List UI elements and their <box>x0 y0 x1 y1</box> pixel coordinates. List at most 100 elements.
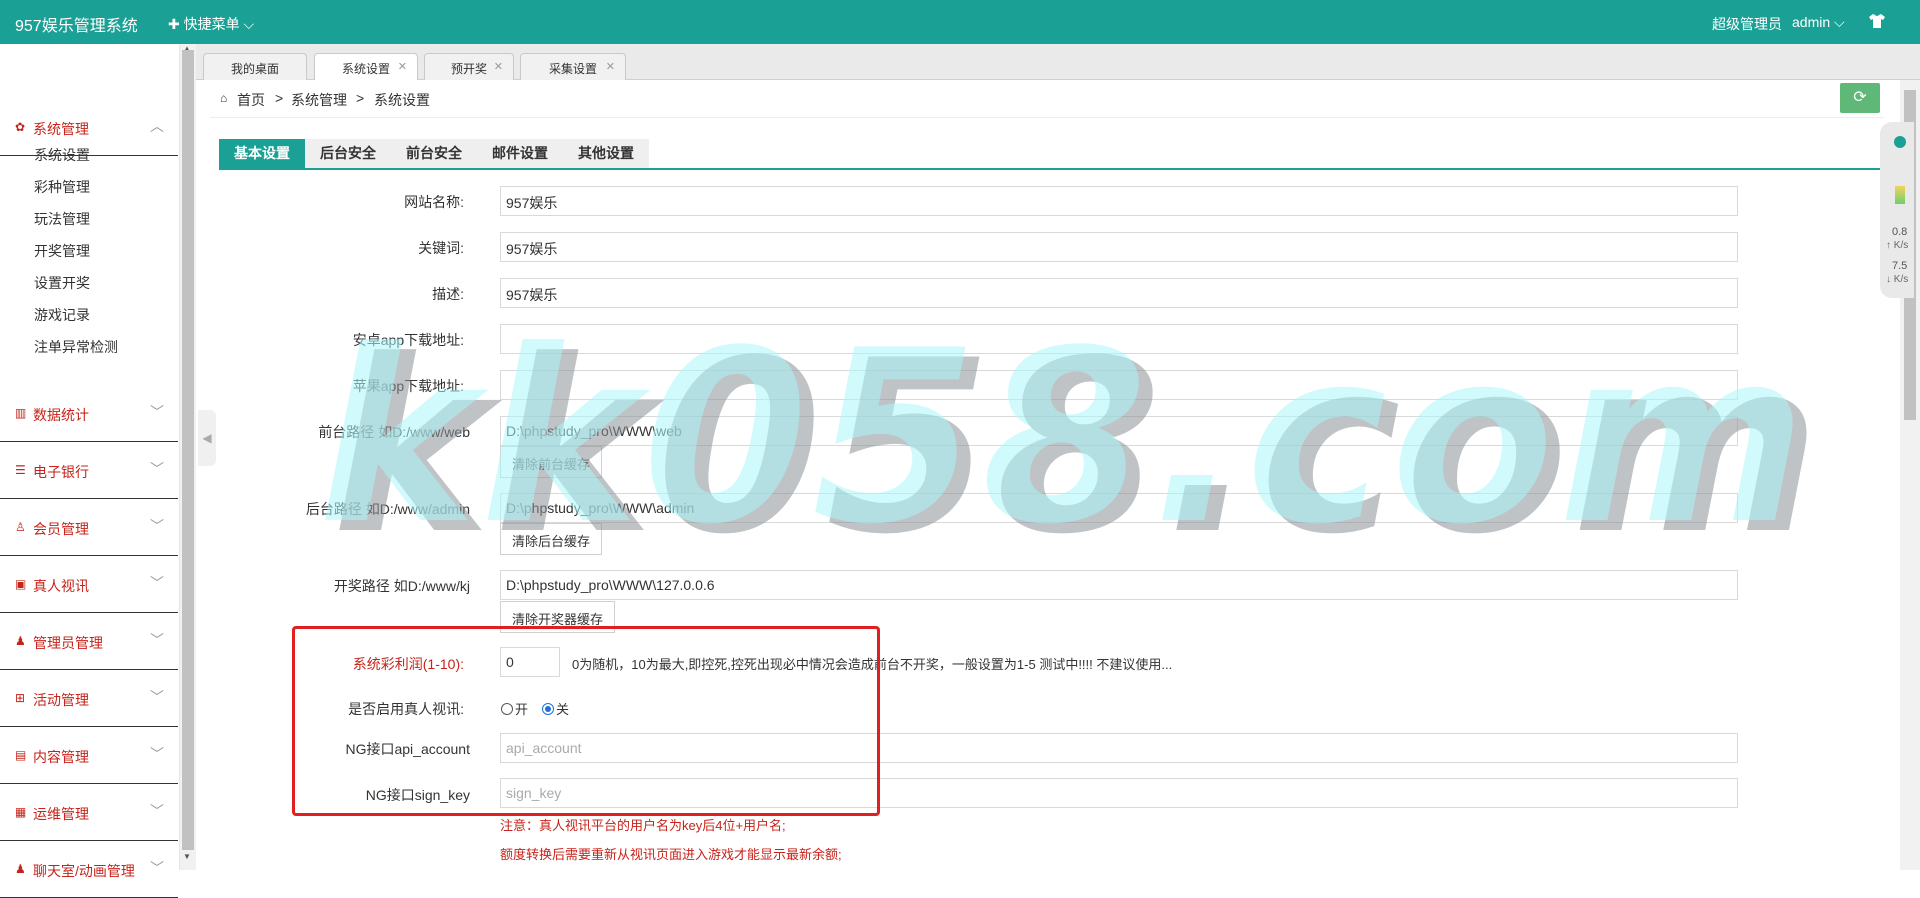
clear-front-cache-button[interactable]: 清除前台缓存 <box>500 446 603 478</box>
video-icon: ▣ <box>15 577 27 591</box>
chevron-down-icon: ﹀ <box>150 632 164 648</box>
chevron-down-icon: ﹀ <box>150 404 164 420</box>
sidebar-item-system-settings[interactable]: 系统设置 <box>34 145 90 165</box>
page-tab-strip: 我的桌面 系统设置 ✕ 预开奖 ✕ 采集设置 ✕ <box>196 44 1920 80</box>
close-icon[interactable]: ✕ <box>606 60 615 73</box>
download-speed: 7.5 <box>1892 260 1908 272</box>
tab-other-settings[interactable]: 其他设置 <box>563 139 649 168</box>
top-bar: 957娱乐管理系统 ✚ 快捷菜单 ⌵ 超级管理员 admin ⌵ <box>0 0 1920 44</box>
list-icon: ☰ <box>15 463 26 477</box>
chevron-down-icon: ﹀ <box>150 575 164 591</box>
sidebar-menu-statistics[interactable]: ▥ 数据统计 ﹀ <box>0 386 178 442</box>
breadcrumb-home[interactable]: 首页 <box>237 90 265 110</box>
tab-basic-settings[interactable]: 基本设置 <box>219 139 305 168</box>
admin-icon: ♟ <box>15 634 26 648</box>
chevron-down-icon: ﹀ <box>150 518 164 534</box>
clear-admin-cache-button[interactable]: 清除后台缓存 <box>500 523 603 555</box>
highlight-box <box>292 626 880 816</box>
description-field[interactable]: 957娱乐 <box>500 278 1738 308</box>
chevron-down-icon: ﹀ <box>150 461 164 477</box>
close-icon[interactable]: ✕ <box>398 60 407 73</box>
sidebar-menu-admins[interactable]: ♟ 管理员管理 ﹀ <box>0 614 178 670</box>
scroll-down-icon[interactable]: ▼ <box>183 852 191 861</box>
tab-backend-security[interactable]: 后台安全 <box>305 139 391 168</box>
sidebar-menu-activities[interactable]: ⊞ 活动管理 ﹀ <box>0 671 178 727</box>
quick-menu-button[interactable]: ✚ 快捷菜单 ⌵ <box>168 14 254 34</box>
upload-unit: ↑ K/s <box>1886 240 1909 251</box>
gear-icon: ✿ <box>15 120 26 134</box>
tab-system-settings[interactable]: 系统设置 ✕ <box>314 53 418 80</box>
ios-url-field[interactable] <box>500 370 1738 400</box>
sidebar-menu-chatroom[interactable]: ♟ 聊天室/动画管理 ﹀ <box>0 842 178 898</box>
network-speed-widget[interactable]: 0.8 ↑ K/s 7.5 ↓ K/s <box>1880 122 1914 298</box>
sidebar: ✿ 系统管理 ︿ 系统设置 彩种管理 玩法管理 开奖管理 设置开奖 游戏记录 注… <box>0 44 180 898</box>
note-balance: 额度转换后需要重新从视讯页面进入游戏才能显示最新余额; <box>500 847 842 862</box>
sidebar-item-bet-anomaly[interactable]: 注单异常检测 <box>34 337 118 357</box>
breadcrumb-level1[interactable]: 系统管理 <box>291 90 347 110</box>
tab-label: 系统设置 <box>341 62 390 76</box>
sidebar-menu-content[interactable]: ▤ 内容管理 ﹀ <box>0 728 178 784</box>
app-title: 957娱乐管理系统 <box>15 18 138 35</box>
status-dot-icon <box>1894 136 1906 148</box>
site-name-field[interactable]: 957娱乐 <box>500 186 1738 216</box>
front-path-label: 前台路径 如D:/www/web <box>318 424 470 440</box>
close-icon[interactable]: ✕ <box>494 60 503 73</box>
tab-desktop[interactable]: 我的桌面 <box>203 53 307 80</box>
chevron-down-icon: ﹀ <box>150 689 164 705</box>
tab-frontend-security[interactable]: 前台安全 <box>391 139 477 168</box>
chat-icon: ♟ <box>15 862 26 876</box>
bar-chart-icon: ▥ <box>15 406 27 420</box>
upload-speed: 0.8 <box>1892 226 1908 238</box>
keywords-label: 关键词: <box>418 240 464 256</box>
admin-path-field[interactable]: D:\phpstudy_pro\WWW\admin <box>500 493 1738 523</box>
kj-path-field[interactable]: D:\phpstudy_pro\WWW\127.0.0.6 <box>500 570 1738 600</box>
sidebar-item-game-records[interactable]: 游戏记录 <box>34 305 90 325</box>
keywords-field[interactable]: 957娱乐 <box>500 232 1738 262</box>
download-unit: ↓ K/s <box>1886 274 1909 285</box>
tab-collect-settings[interactable]: 采集设置 ✕ <box>520 53 626 80</box>
note-username: 注意：真人视讯平台的用户名为key后4位+用户名; <box>500 818 786 833</box>
server-icon: ▦ <box>15 805 27 819</box>
android-url-label: 安卓app下载地址: <box>352 332 464 348</box>
user-icon: ♙ <box>15 520 26 534</box>
tab-label: 我的桌面 <box>230 62 279 76</box>
level-bar-icon <box>1895 186 1905 204</box>
tab-pre-draw[interactable]: 预开奖 ✕ <box>424 53 514 80</box>
front-path-field[interactable]: D:\phpstudy_pro\WWW\web <box>500 416 1738 446</box>
breadcrumb-separator: > <box>356 90 365 106</box>
chevron-up-icon: ︿ <box>150 118 164 134</box>
sidebar-menu-live-video[interactable]: ▣ 真人视讯 ﹀ <box>0 557 178 613</box>
home-icon: ⌂ <box>220 91 228 105</box>
site-name-label: 网站名称: <box>404 194 464 210</box>
sidebar-item-set-draw[interactable]: 设置开奖 <box>34 273 90 293</box>
scrollbar-thumb[interactable] <box>182 50 194 850</box>
breadcrumb-separator: > <box>275 90 284 106</box>
sidebar-menu-ebank[interactable]: ☰ 电子银行 ﹀ <box>0 443 178 499</box>
breadcrumb: ⌂ 首页 > 系统管理 > 系统设置 <box>210 80 1884 118</box>
tab-label: 采集设置 <box>548 62 597 76</box>
sidebar-item-draw-management[interactable]: 开奖管理 <box>34 241 90 261</box>
sidebar-item-play-rules[interactable]: 玩法管理 <box>34 209 90 229</box>
chevron-down-icon: ﹀ <box>150 746 164 762</box>
sidebar-menu-operations[interactable]: ▦ 运维管理 ﹀ <box>0 785 178 841</box>
kj-path-label: 开奖路径 如D:/www/kj <box>333 578 470 594</box>
gift-icon: ⊞ <box>15 691 26 705</box>
sidebar-menu-members[interactable]: ♙ 会员管理 ﹀ <box>0 500 178 556</box>
sidebar-menu-label: 系统管理 <box>33 121 89 137</box>
sidebar-item-lottery-types[interactable]: 彩种管理 <box>34 177 90 197</box>
breadcrumb-level2: 系统设置 <box>374 92 430 108</box>
chevron-down-icon: ﹀ <box>150 803 164 819</box>
android-url-field[interactable] <box>500 324 1738 354</box>
content-icon: ▤ <box>15 748 27 762</box>
theme-shirt-icon[interactable] <box>1868 13 1886 32</box>
tab-mail-settings[interactable]: 邮件设置 <box>477 139 563 168</box>
settings-tabs: 基本设置 后台安全 前台安全 邮件设置 其他设置 <box>219 139 1884 170</box>
user-role: 超级管理员 <box>1712 16 1782 32</box>
user-menu-button[interactable]: admin ⌵ <box>1792 14 1845 31</box>
refresh-button[interactable]: ⟳ <box>1840 83 1880 113</box>
ios-url-label: 苹果app下载地址: <box>352 378 464 394</box>
refresh-icon: ⟳ <box>1853 89 1867 106</box>
admin-path-label: 后台路径 如D:/www/admin <box>305 501 470 517</box>
chevron-down-icon: ﹀ <box>150 860 164 876</box>
tab-label: 预开奖 <box>450 62 487 76</box>
